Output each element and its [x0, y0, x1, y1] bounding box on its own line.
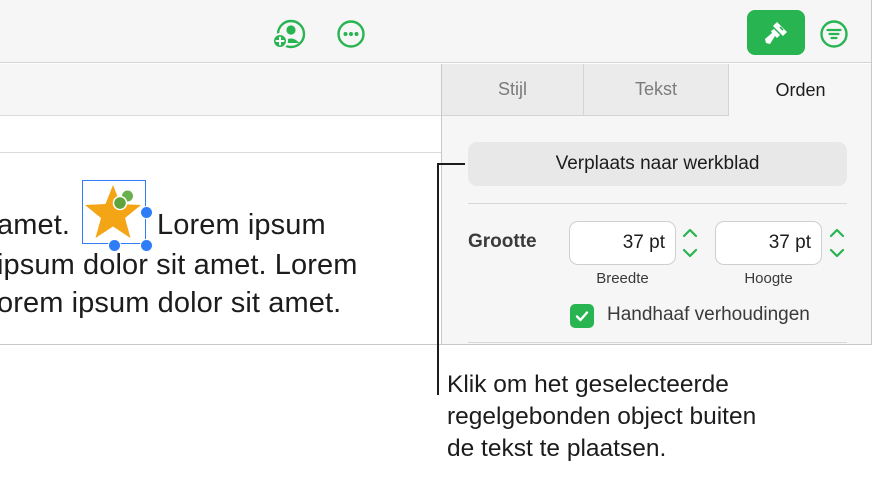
height-value: 37 pt	[768, 232, 811, 253]
format-button[interactable]	[747, 10, 805, 55]
document-body[interactable]: amet. Lorem ipsum ipsum dolor sit amet. …	[0, 154, 441, 344]
selection-box	[82, 180, 146, 244]
callout-line: de tekst te plaatsen.	[447, 435, 667, 462]
document-header-strip	[0, 64, 441, 116]
width-value: 37 pt	[622, 232, 665, 253]
separator	[468, 203, 847, 204]
paintbrush-icon	[765, 21, 787, 44]
person-plus-icon	[272, 19, 306, 49]
width-stepper[interactable]	[680, 221, 700, 265]
text-line[interactable]: orem ipsum dolor sit amet.	[0, 287, 341, 320]
width-caption: Breedte	[596, 270, 649, 287]
constrain-proportions-label: Handhaaf verhoudingen	[607, 304, 810, 325]
callout-line: Klik om het geselecteerde	[447, 371, 729, 398]
height-caption: Hoogte	[744, 270, 793, 287]
format-sidebar: Stijl Tekst Orden Verplaats naar werkbla…	[442, 64, 871, 344]
sidebar-tabs: Stijl Tekst Orden	[442, 64, 871, 116]
document-canvas[interactable]: amet. Lorem ipsum ipsum dolor sit amet. …	[0, 64, 441, 344]
constrain-proportions-checkbox[interactable]	[570, 304, 594, 328]
ellipsis-circle-icon	[337, 20, 365, 48]
chevron-up-down-icon	[829, 228, 845, 258]
more-button[interactable]	[334, 17, 368, 51]
text-line[interactable]: amet.	[0, 209, 70, 242]
resize-handle-right[interactable]	[140, 206, 153, 219]
collaborate-button[interactable]	[270, 17, 308, 51]
document-ruler	[0, 116, 441, 153]
organize-button[interactable]	[818, 18, 850, 50]
chevron-up-down-icon	[682, 228, 698, 258]
callout-leader-vertical	[437, 163, 439, 395]
callout-leader-horizontal	[437, 163, 465, 165]
text-line[interactable]: ipsum dolor sit amet. Lorem	[0, 249, 358, 282]
toolbar	[0, 0, 871, 63]
size-label: Grootte	[468, 231, 537, 252]
tab-stijl[interactable]: Stijl	[442, 64, 584, 116]
filter-lines-icon	[820, 20, 848, 48]
callout-line: regelgebonden object buiten	[447, 403, 757, 430]
height-stepper[interactable]	[827, 221, 847, 265]
width-field[interactable]: 37 pt	[569, 221, 676, 265]
inline-object-star[interactable]	[82, 180, 153, 252]
move-to-page-button[interactable]: Verplaats naar werkblad	[468, 142, 847, 186]
text-line[interactable]: Lorem ipsum	[157, 209, 326, 242]
tab-tekst[interactable]: Tekst	[584, 64, 729, 116]
checkmark-icon	[575, 311, 589, 322]
separator	[468, 342, 847, 343]
app-window: amet. Lorem ipsum ipsum dolor sit amet. …	[0, 0, 872, 345]
height-field[interactable]: 37 pt	[715, 221, 822, 265]
callout-text: Klik om het geselecteerde regelgebonden …	[447, 369, 867, 465]
tab-orden[interactable]: Orden	[729, 64, 871, 116]
